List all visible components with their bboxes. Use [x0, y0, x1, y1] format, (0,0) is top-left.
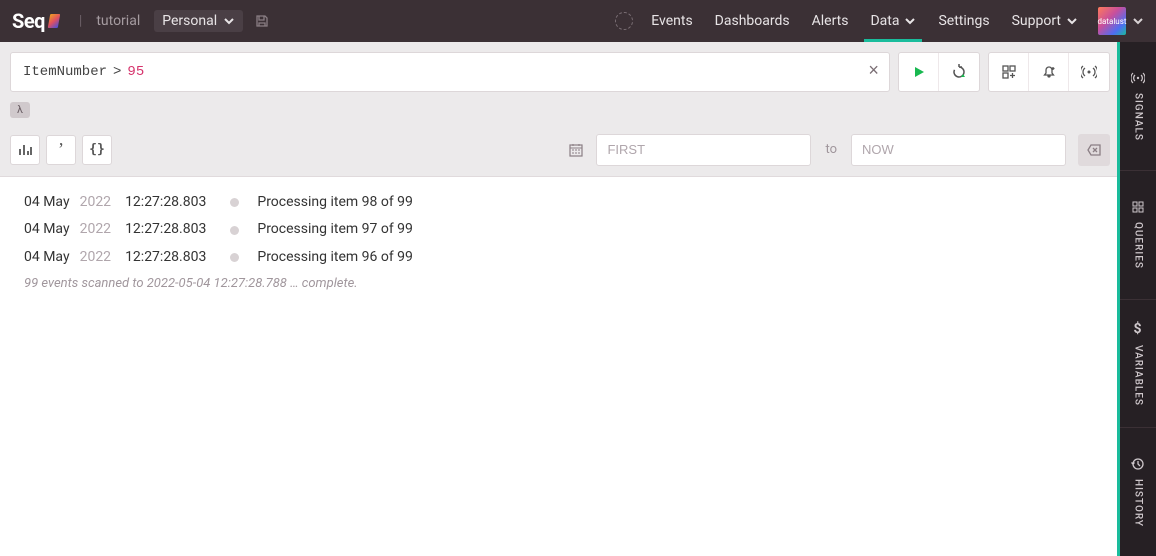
query-operator: > [113, 64, 121, 80]
sidebar-label: VARIABLES [1133, 345, 1144, 406]
nav-links: Events Dashboards Alerts Data Settings S… [651, 1, 1078, 41]
nav-support[interactable]: Support [1012, 1, 1078, 41]
to-label: to [825, 142, 837, 157]
sidebar-queries[interactable]: QUERIES [1120, 171, 1156, 300]
history-icon [1131, 457, 1145, 471]
logo-text: Seq [12, 9, 45, 33]
level-dot-icon [230, 226, 239, 235]
save-icon[interactable] [255, 14, 269, 28]
nav-settings[interactable]: Settings [938, 1, 989, 41]
stream-button[interactable] [1069, 53, 1109, 91]
event-time: 12:27:28.803 [125, 191, 206, 215]
nav-events[interactable]: Events [651, 1, 692, 41]
query-field: ItemNumber [23, 64, 107, 80]
event-date: 04 May [24, 191, 70, 215]
logo-mark-icon [48, 14, 60, 28]
event-date: 04 May [24, 246, 70, 270]
event-message: Processing item 98 of 99 [257, 191, 413, 215]
theme-toggle-icon[interactable] [615, 12, 633, 30]
logo[interactable]: Seq [12, 9, 59, 33]
clear-icon [1087, 143, 1101, 157]
event-year: 2022 [80, 191, 111, 215]
histogram-button[interactable] [10, 135, 40, 165]
dashboard-add-icon [1002, 65, 1016, 79]
event-row[interactable]: 04 May 2022 12:27:28.803 Processing item… [24, 216, 1096, 244]
sidebar-history[interactable]: HISTORY [1120, 428, 1156, 556]
chevron-down-icon [223, 15, 235, 27]
variables-icon: $ [1133, 321, 1142, 337]
sidebar-variables[interactable]: $ VARIABLES [1120, 300, 1156, 429]
lambda-row: λ [0, 92, 1120, 124]
bell-icon [1042, 65, 1056, 79]
workspace-selector[interactable]: Personal [154, 10, 243, 32]
tutorial-label[interactable]: tutorial [96, 13, 140, 29]
nav-dashboards[interactable]: Dashboards [715, 1, 790, 41]
braces-icon: {} [89, 142, 105, 157]
sidebar-label: SIGNALS [1133, 93, 1144, 141]
event-date: 04 May [24, 218, 70, 242]
event-row[interactable]: 04 May 2022 12:27:28.803 Processing item… [24, 244, 1096, 272]
auto-refresh-button[interactable] [939, 53, 979, 91]
add-to-dashboard-button[interactable] [989, 53, 1029, 91]
clear-range-button[interactable] [1078, 134, 1110, 166]
query-row: ItemNumber > 95 × [0, 42, 1120, 92]
content: ItemNumber > 95 × λ [0, 42, 1120, 556]
sidebar-label: HISTORY [1133, 479, 1144, 527]
run-button[interactable] [899, 53, 939, 91]
event-row[interactable]: 04 May 2022 12:27:28.803 Processing item… [24, 189, 1096, 217]
nav-data[interactable]: Data [870, 1, 916, 41]
events-list: 04 May 2022 12:27:28.803 Processing item… [0, 177, 1120, 303]
level-dot-icon [230, 253, 239, 262]
raw-text-button[interactable]: ’ [46, 135, 76, 165]
signals-icon [1131, 71, 1145, 85]
separator: | [79, 13, 82, 29]
bar-chart-icon [18, 143, 32, 157]
toolbar: ’ {} to [0, 124, 1120, 177]
event-time: 12:27:28.803 [125, 246, 206, 270]
event-time: 12:27:28.803 [125, 218, 206, 242]
refresh-icon [951, 64, 967, 80]
workspace-name: Personal [162, 13, 217, 29]
play-icon [912, 65, 926, 79]
json-button[interactable]: {} [82, 135, 112, 165]
date-to-input[interactable] [851, 134, 1066, 166]
event-message: Processing item 96 of 99 [257, 246, 413, 270]
action-group [988, 52, 1110, 92]
top-nav: Seq | tutorial Personal Events Dashboard… [0, 0, 1156, 42]
lambda-badge[interactable]: λ [10, 102, 30, 118]
scan-status: 99 events scanned to 2022-05-04 12:27:28… [24, 276, 1096, 291]
nav-alerts[interactable]: Alerts [812, 1, 849, 41]
chevron-down-icon [904, 15, 916, 27]
broadcast-icon [1081, 65, 1097, 79]
create-alert-button[interactable] [1029, 53, 1069, 91]
query-input[interactable]: ItemNumber > 95 × [10, 52, 890, 92]
sidebar-signals[interactable]: SIGNALS [1120, 42, 1156, 171]
level-dot-icon [230, 198, 239, 207]
clear-query-icon[interactable]: × [868, 62, 879, 82]
user-menu-chevron-icon[interactable] [1132, 15, 1144, 27]
right-sidebar: SIGNALS QUERIES $ VARIABLES HISTORY [1120, 42, 1156, 556]
event-message: Processing item 97 of 99 [257, 218, 413, 242]
chevron-down-icon [1066, 15, 1078, 27]
date-from-input[interactable] [596, 134, 811, 166]
events-panel: 04 May 2022 12:27:28.803 Processing item… [0, 177, 1120, 556]
event-year: 2022 [80, 246, 111, 270]
event-year: 2022 [80, 218, 111, 242]
calendar-icon[interactable] [568, 142, 584, 158]
query-value: 95 [127, 64, 144, 80]
sidebar-label: QUERIES [1133, 222, 1144, 269]
avatar[interactable]: datalust [1098, 7, 1126, 35]
queries-icon [1131, 200, 1145, 214]
run-group [898, 52, 980, 92]
